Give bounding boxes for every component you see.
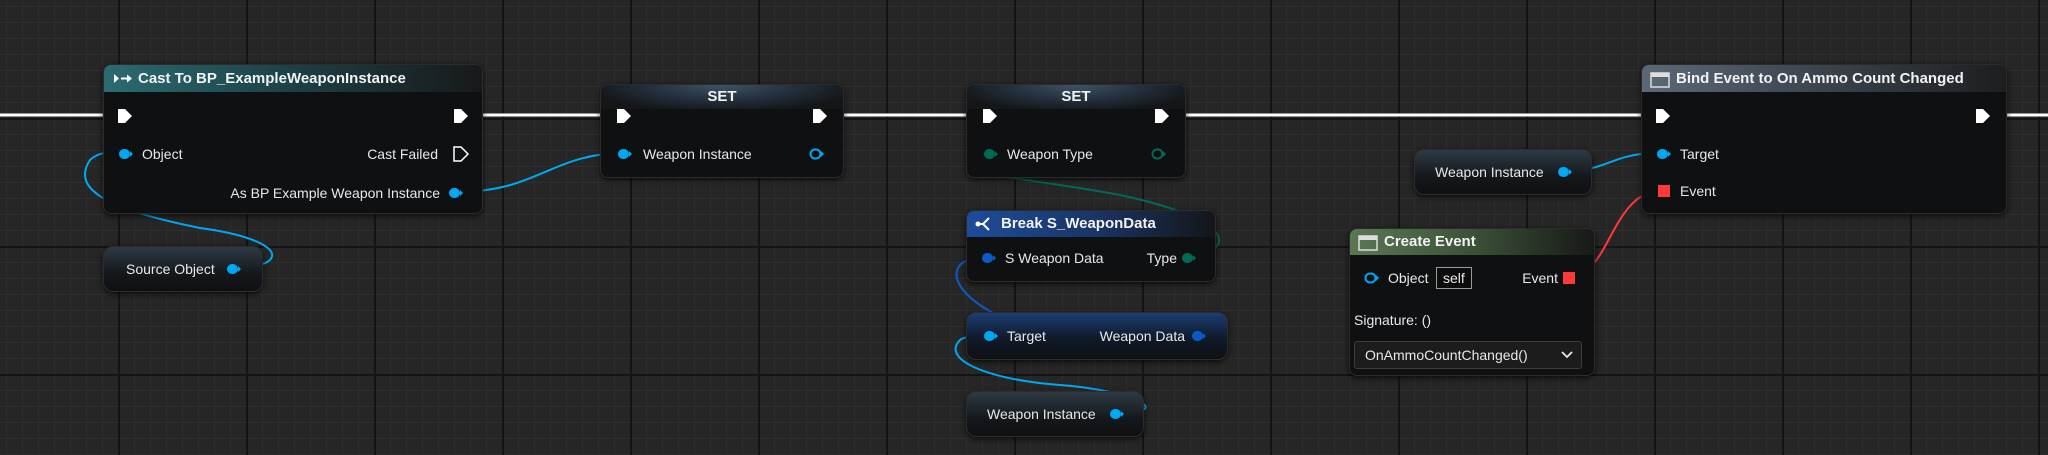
- set-node-title: SET: [707, 88, 737, 105]
- as-object-out-pin-icon[interactable]: [448, 186, 464, 205]
- function-dropdown-value: OnAmmoCountChanged(): [1365, 347, 1528, 363]
- object-out-pin-icon[interactable]: [1557, 165, 1573, 184]
- function-icon: [1358, 234, 1378, 260]
- cast-object-label: Object: [142, 146, 183, 162]
- object-out-pin-icon[interactable]: [809, 147, 825, 166]
- cast-node-header[interactable]: Cast To BP_ExampleWeaponInstance: [104, 65, 482, 92]
- break-struct-icon: [975, 211, 993, 246]
- source-object-label: Source Object: [126, 261, 215, 277]
- set-node-title: SET: [1061, 88, 1091, 105]
- exec-out-pin-icon[interactable]: [1974, 107, 1992, 130]
- break-node-header[interactable]: Break S_WeaponData: [967, 211, 1215, 237]
- set-node-header[interactable]: SET: [601, 85, 843, 109]
- getter-target-label: Target: [1007, 328, 1046, 344]
- chevron-down-icon: [1561, 342, 1573, 376]
- object-in-pin-icon[interactable]: [1656, 147, 1672, 166]
- function-dropdown[interactable]: OnAmmoCountChanged(): [1354, 341, 1582, 369]
- byte-out-pin-icon[interactable]: [1181, 251, 1197, 270]
- set-weapon-type-node[interactable]: SET Weapon Type: [966, 84, 1186, 178]
- bind-event-label: Event: [1680, 183, 1716, 199]
- create-event-title: Create Event: [1384, 233, 1476, 250]
- struct-in-pin-icon[interactable]: [981, 251, 997, 270]
- set-pin-label: Weapon Instance: [643, 146, 752, 162]
- object-in-pin-icon[interactable]: [1364, 271, 1380, 290]
- exec-out-pin-icon[interactable]: [452, 107, 470, 130]
- object-value-field[interactable]: self: [1436, 267, 1472, 289]
- bind-event-node[interactable]: Bind Event to On Ammo Count Changed Targ…: [1641, 64, 2007, 214]
- break-input-label: S Weapon Data: [1005, 250, 1104, 266]
- bind-event-title: Bind Event to On Ammo Count Changed: [1676, 70, 1964, 87]
- break-struct-node[interactable]: Break S_WeaponData S Weapon Data Type: [966, 210, 1216, 282]
- signature-label: Signature: (): [1354, 312, 1432, 328]
- cast-as-label: As BP Example Weapon Instance: [230, 185, 440, 201]
- exec-out-pin-icon[interactable]: [811, 107, 829, 130]
- function-icon: [1650, 70, 1670, 97]
- weapon-instance-label: Weapon Instance: [1435, 164, 1544, 180]
- exec-in-pin-icon[interactable]: [981, 107, 999, 130]
- delegate-in-pin-icon[interactable]: [1657, 184, 1671, 203]
- struct-out-pin-icon[interactable]: [1191, 329, 1207, 348]
- set-pin-label: Weapon Type: [1007, 146, 1093, 162]
- object-out-pin-icon[interactable]: [226, 262, 242, 281]
- byte-out-pin-icon[interactable]: [1151, 147, 1167, 166]
- create-event-object-label: Object: [1388, 270, 1429, 286]
- cast-node[interactable]: Cast To BP_ExampleWeaponInstance Object …: [103, 64, 483, 214]
- break-node-title: Break S_WeaponData: [1001, 215, 1156, 232]
- weapon-instance-variable-node[interactable]: Weapon Instance: [966, 391, 1144, 437]
- byte-in-pin-icon[interactable]: [983, 147, 999, 166]
- bind-event-header[interactable]: Bind Event to On Ammo Count Changed: [1642, 65, 2006, 92]
- exec-in-pin-icon[interactable]: [615, 107, 633, 130]
- object-in-pin-icon[interactable]: [983, 329, 999, 348]
- weapon-data-getter-node[interactable]: Target Weapon Data: [966, 312, 1228, 360]
- object-in-pin-icon[interactable]: [118, 147, 134, 166]
- exec-out-pin-icon[interactable]: [1153, 107, 1171, 130]
- source-object-variable-node[interactable]: Source Object: [103, 246, 263, 292]
- cast-node-title: Cast To BP_ExampleWeaponInstance: [138, 70, 406, 87]
- set-weapon-instance-node[interactable]: SET Weapon Instance: [600, 84, 844, 178]
- set-node-header[interactable]: SET: [967, 85, 1185, 109]
- create-event-header[interactable]: Create Event: [1350, 229, 1594, 255]
- cast-arrows-icon: [112, 65, 134, 101]
- break-output-label: Type: [1146, 250, 1177, 266]
- getter-weapon-data-label: Weapon Data: [1099, 328, 1185, 344]
- cast-failed-exec-pin-icon[interactable]: [452, 145, 470, 168]
- cast-failed-label: Cast Failed: [367, 146, 438, 162]
- create-event-node[interactable]: Create Event Object self Event Signature…: [1349, 228, 1595, 376]
- create-event-event-label: Event: [1522, 270, 1558, 286]
- object-in-pin-icon[interactable]: [617, 147, 633, 166]
- weapon-instance-variable-node[interactable]: Weapon Instance: [1414, 149, 1592, 195]
- exec-in-pin-icon[interactable]: [1654, 107, 1672, 130]
- weapon-instance-label: Weapon Instance: [987, 406, 1096, 422]
- object-out-pin-icon[interactable]: [1109, 407, 1125, 426]
- delegate-out-pin-icon[interactable]: [1562, 271, 1576, 290]
- exec-in-pin-icon[interactable]: [116, 107, 134, 130]
- bind-target-label: Target: [1680, 146, 1719, 162]
